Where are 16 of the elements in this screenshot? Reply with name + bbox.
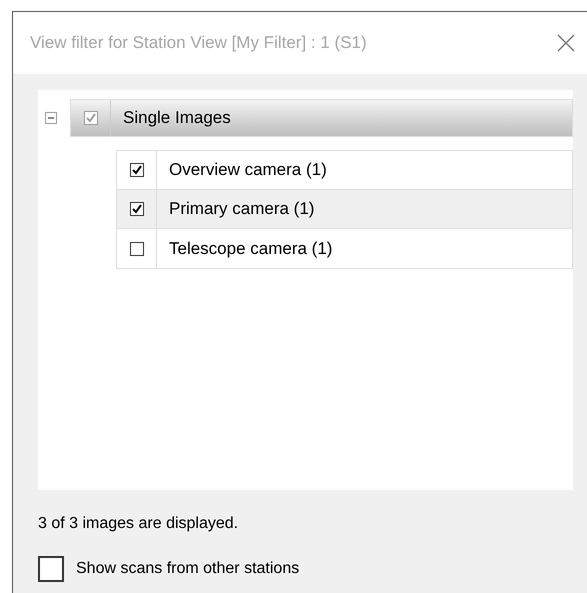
checkbox-label: Show scans from other stations [76, 559, 300, 579]
group-label: Single Images [122, 107, 231, 130]
group-checkbox[interactable] [84, 111, 98, 125]
checkbox[interactable] [38, 556, 64, 582]
checkbox[interactable] [130, 242, 144, 256]
window-title: View filter for Station View [My Filter] : 1 (S1) [30, 32, 367, 54]
list-row[interactable]: Overview camera (1) [117, 151, 572, 190]
row-label: Primary camera (1) [168, 198, 314, 220]
collapse-icon[interactable] [45, 112, 57, 124]
status-text: 3 of 3 images are displayed. [38, 514, 240, 534]
row-label: Telescope camera (1) [168, 238, 332, 260]
checkbox[interactable] [130, 202, 144, 216]
list-row[interactable]: Primary camera (1) [117, 190, 572, 229]
group-header[interactable]: Single Images [70, 99, 573, 137]
row-label: Overview camera (1) [168, 159, 327, 182]
checkbox[interactable] [130, 163, 144, 177]
